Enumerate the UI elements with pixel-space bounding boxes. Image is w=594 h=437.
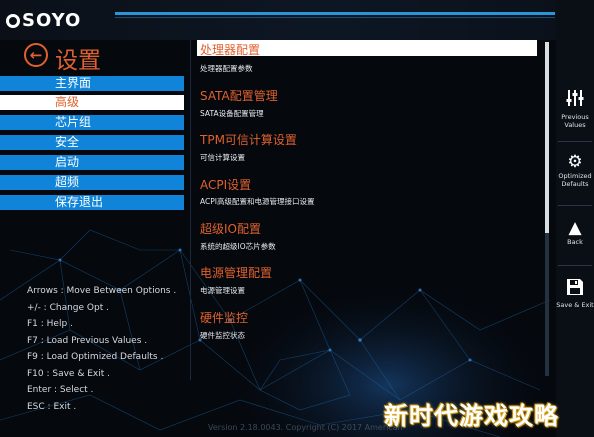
optimized-defaults-button[interactable]: ⚙ Optimized Defaults xyxy=(556,152,594,188)
help-line: F1 : Help . xyxy=(27,319,73,329)
watermark-text: 新时代游戏攻略 xyxy=(384,402,559,430)
nav-item-advanced[interactable]: 高级 xyxy=(0,95,184,110)
right-panel-divider xyxy=(558,205,592,206)
soyo-logo: SOYO xyxy=(6,10,81,31)
save-exit-label: Save & Exit xyxy=(556,301,594,309)
option-acpi-settings-desc: ACPI高级配置和电源管理接口设置 xyxy=(200,197,315,206)
back-label: Back xyxy=(567,238,583,246)
help-line: Arrows : Move Between Options . xyxy=(27,286,177,296)
option-power-management[interactable]: 电源管理配置 xyxy=(200,264,272,281)
back-arrow-icon[interactable]: ← xyxy=(24,43,48,67)
option-hardware-monitor-desc: 硬件监控状态 xyxy=(200,331,245,340)
option-tpm-settings-desc: 可信计算设置 xyxy=(200,153,245,162)
gear-icon: ⚙ xyxy=(567,152,583,172)
nav-item-boot[interactable]: 启动 xyxy=(0,155,184,170)
scrollbar-thumb[interactable] xyxy=(545,42,549,233)
option-tpm-settings[interactable]: TPM可信计算设置 xyxy=(200,131,297,148)
optimized-defaults-label-2: Defaults xyxy=(561,180,589,188)
nav-item-save-exit[interactable]: 保存退出 xyxy=(0,195,184,210)
option-cpu-config-desc: 处理器配置参数 xyxy=(200,64,253,73)
help-line: F10 : Save & Exit . xyxy=(27,369,110,379)
nav-item-main[interactable]: 主界面 xyxy=(0,76,184,91)
up-arrow-icon: ▲ xyxy=(568,218,582,238)
help-line: +/- : Change Opt . xyxy=(27,303,109,313)
right-panel-divider xyxy=(558,265,592,266)
option-super-io-desc: 系统的超级IO芯片参数 xyxy=(200,242,276,251)
option-super-io[interactable]: 超级IO配置 xyxy=(200,220,261,237)
help-line: F7 : Load Previous Values . xyxy=(27,336,148,346)
help-line: F9 : Load Optimized Defaults . xyxy=(27,352,164,362)
previous-values-label-1: Previous xyxy=(561,113,589,121)
nav-item-security[interactable]: 安全 xyxy=(0,135,184,150)
right-panel-divider xyxy=(558,141,592,142)
page-title: 设置 xyxy=(55,48,101,74)
option-hardware-monitor[interactable]: 硬件监控 xyxy=(200,309,248,326)
save-exit-button[interactable]: Save & Exit xyxy=(556,278,594,309)
option-acpi-settings[interactable]: ACPI设置 xyxy=(200,176,251,193)
nav-item-overclock[interactable]: 超频 xyxy=(0,175,184,190)
option-power-management-desc: 电源管理设置 xyxy=(200,286,245,295)
previous-values-button[interactable]: Previous Values xyxy=(556,88,594,129)
center-divider xyxy=(190,40,191,380)
back-button[interactable]: ▲ Back xyxy=(556,218,594,246)
top-bar xyxy=(0,0,556,40)
nav-item-chipset[interactable]: 芯片组 xyxy=(0,115,184,130)
floppy-disk-icon xyxy=(556,278,594,301)
option-sata-config-desc: SATA设备配置管理 xyxy=(200,109,264,118)
top-accent-line xyxy=(115,12,555,15)
version-text: Version 2.18.0043. Copyright (C) 2017 Am… xyxy=(208,423,403,432)
option-sata-config[interactable]: SATA配置管理 xyxy=(200,87,278,104)
sliders-icon xyxy=(556,88,594,113)
top-accent-line-thin xyxy=(115,17,555,18)
logo-mark-icon xyxy=(6,14,20,28)
logo-text: SOYO xyxy=(22,10,82,31)
help-line: Enter : Select . xyxy=(27,385,94,395)
option-cpu-config[interactable]: 处理器配置 xyxy=(200,41,260,58)
help-line: ESC : Exit . xyxy=(27,402,77,412)
optimized-defaults-label-1: Optimized xyxy=(558,172,592,180)
previous-values-label-2: Values xyxy=(564,121,586,129)
